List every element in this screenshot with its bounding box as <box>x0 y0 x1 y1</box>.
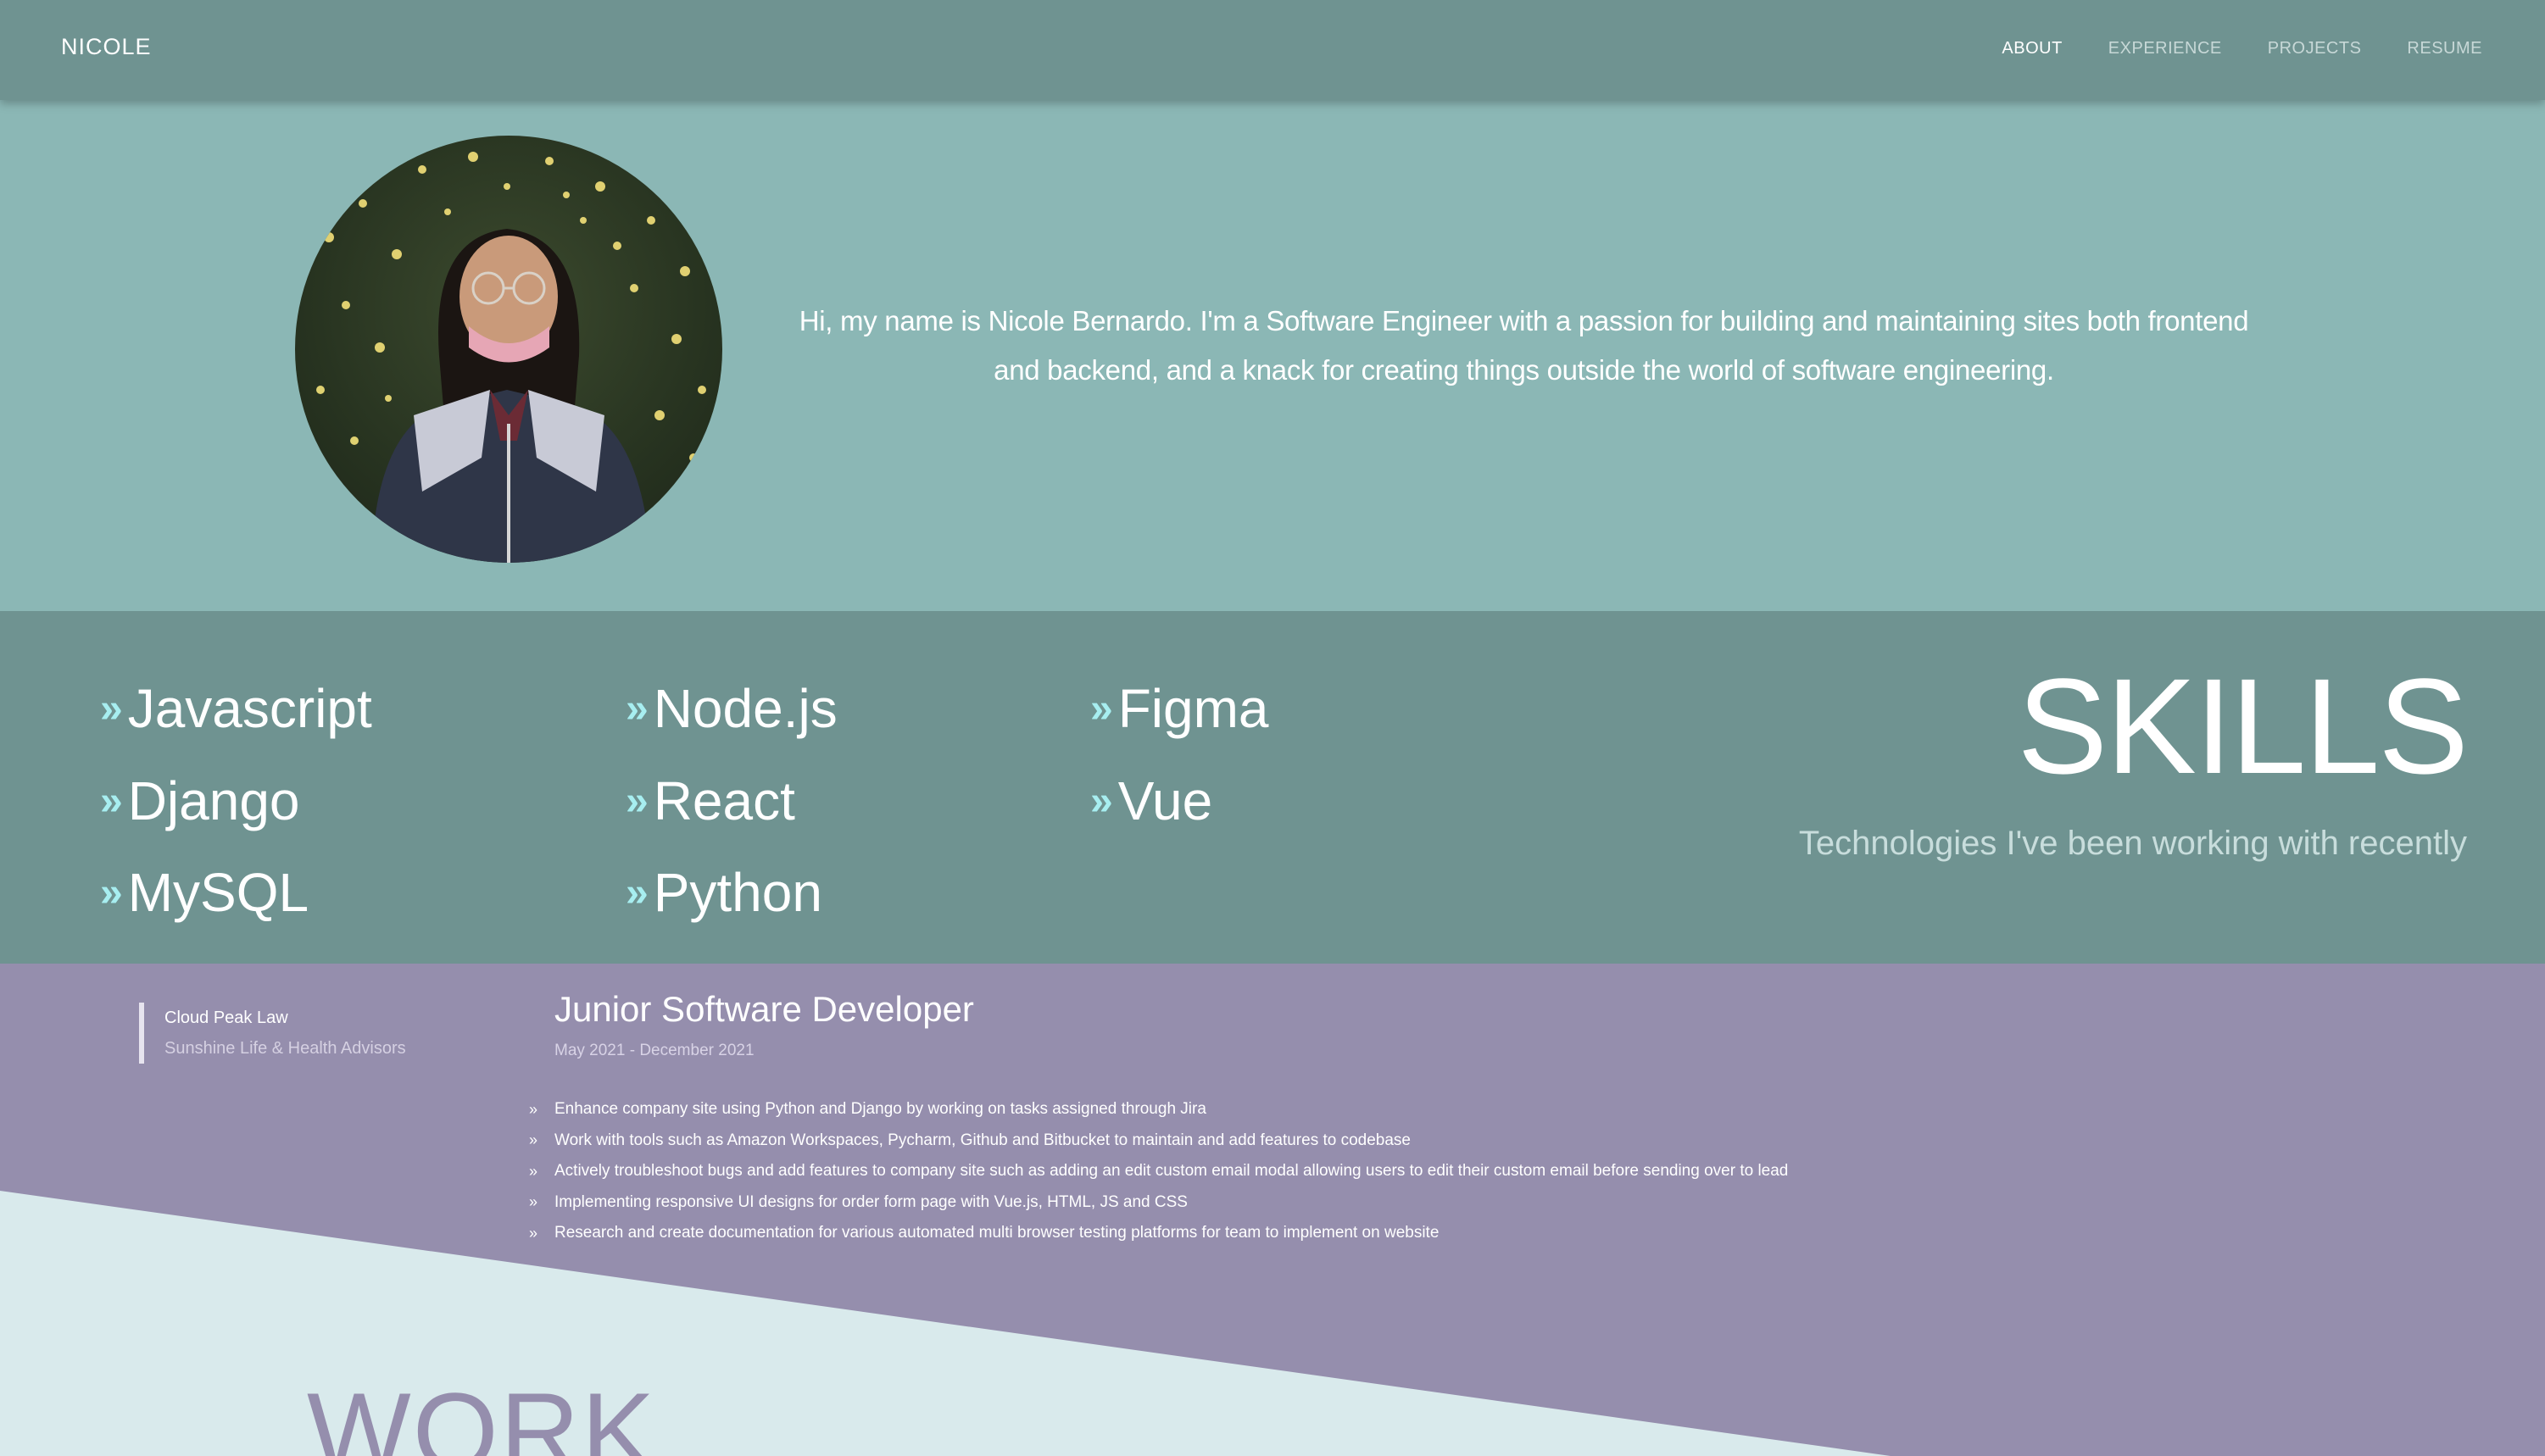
skill-label: React <box>653 770 795 831</box>
company-tabs: Cloud Peak Law Sunshine Life & Health Ad… <box>139 1003 406 1064</box>
skill-item: » Vue <box>1090 770 1212 832</box>
profile-photo <box>295 136 722 563</box>
skills-subtitle: Technologies I've been working with rece… <box>1798 825 2467 862</box>
skills-section: » Javascript » Node.js » Figma » Django … <box>0 611 2545 964</box>
bullet-text: Actively troubleshoot bugs and add featu… <box>554 1162 1789 1181</box>
about-section: Hi, my name is Nicole Bernardo. I'm a So… <box>0 100 2545 611</box>
skills-heading: SKILLS <box>2017 650 2469 802</box>
job-title: Junior Software Developer <box>554 989 974 1029</box>
bullet-text: Enhance company site using Python and Dj… <box>554 1100 1206 1119</box>
nav-about[interactable]: ABOUT <box>2002 39 2062 58</box>
bullet-text: Work with tools such as Amazon Workspace… <box>554 1131 1411 1149</box>
skill-label: Vue <box>1117 770 1213 831</box>
double-chevron-right-icon: » <box>529 1193 538 1211</box>
double-chevron-right-icon: » <box>100 870 123 915</box>
skill-item: » Javascript <box>100 677 372 740</box>
work-heading: WORK <box>307 1370 657 1456</box>
skill-label: MySQL <box>127 862 309 923</box>
double-chevron-right-icon: » <box>529 1162 538 1180</box>
skill-label: Django <box>127 770 300 831</box>
list-item: » Enhance company site using Python and … <box>529 1094 1788 1125</box>
double-chevron-right-icon: » <box>626 778 649 824</box>
double-chevron-right-icon: » <box>100 778 123 824</box>
tab-company[interactable]: Sunshine Life & Health Advisors <box>164 1033 406 1064</box>
skill-label: Python <box>653 862 822 923</box>
nav-links: ABOUT EXPERIENCE PROJECTS RESUME <box>2002 39 2482 58</box>
skill-item: » MySQL <box>100 861 309 924</box>
double-chevron-right-icon: » <box>529 1131 538 1149</box>
job-dates: May 2021 - December 2021 <box>554 1042 755 1059</box>
nav-experience[interactable]: EXPERIENCE <box>2108 39 2222 58</box>
skill-label: Figma <box>1117 678 1269 739</box>
skill-label: Node.js <box>653 678 838 739</box>
nav-projects[interactable]: PROJECTS <box>2268 39 2362 58</box>
skill-item: » Node.js <box>626 677 838 740</box>
bio-text: Hi, my name is Nicole Bernardo. I'm a So… <box>799 305 2249 386</box>
tab-company[interactable]: Cloud Peak Law <box>164 1003 406 1033</box>
double-chevron-right-icon: » <box>626 686 649 731</box>
skill-item: » Django <box>100 770 300 832</box>
skill-item: » Figma <box>1090 677 1269 740</box>
bullet-text: Implementing responsive UI designs for o… <box>554 1192 1188 1211</box>
job-bullets: » Enhance company site using Python and … <box>529 1094 1788 1249</box>
list-item: » Research and create documentation for … <box>529 1218 1788 1249</box>
navbar: NICOLE ABOUT EXPERIENCE PROJECTS RESUME <box>0 0 2545 100</box>
experience-section: Cloud Peak Law Sunshine Life & Health Ad… <box>0 964 2545 1456</box>
list-item: » Work with tools such as Amazon Workspa… <box>529 1125 1788 1157</box>
double-chevron-right-icon: » <box>1090 778 1113 824</box>
double-chevron-right-icon: » <box>1090 686 1113 731</box>
double-chevron-right-icon: » <box>100 686 123 731</box>
list-item: » Actively troubleshoot bugs and add fea… <box>529 1156 1788 1187</box>
bullet-text: Research and create documentation for va… <box>554 1224 1440 1242</box>
skill-item: » React <box>626 770 795 832</box>
double-chevron-right-icon: » <box>529 1100 538 1118</box>
nav-resume[interactable]: RESUME <box>2407 39 2482 58</box>
double-chevron-right-icon: » <box>626 870 649 915</box>
brand-logo[interactable]: NICOLE <box>61 34 152 60</box>
double-chevron-right-icon: » <box>529 1224 538 1242</box>
skill-label: Javascript <box>127 678 372 739</box>
list-item: » Implementing responsive UI designs for… <box>529 1187 1788 1219</box>
skill-item: » Python <box>626 861 822 924</box>
